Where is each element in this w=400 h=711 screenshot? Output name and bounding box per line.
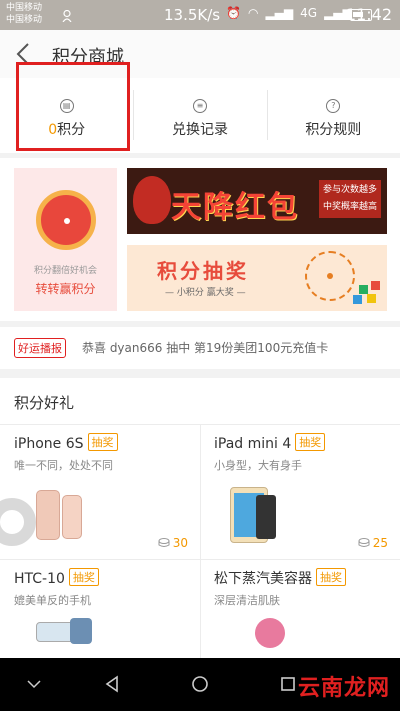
lottery-tag: 抽奖 xyxy=(295,433,326,451)
ticker-text: 恭喜 dyan666 抽中 第19份美团100元充值卡 xyxy=(82,341,329,355)
wheel-subtitle: 积分翻倍好机会 xyxy=(33,266,97,276)
tab-points[interactable]: ▤ 0积分 xyxy=(0,78,133,153)
gift-icon xyxy=(353,295,362,304)
ferris-wheel-icon xyxy=(305,251,355,301)
gift-name: iPad mini 4 抽奖 xyxy=(214,433,326,452)
points-gifts-section: 积分好礼 iPhone 6S 抽奖 唯一不同，处处不同 30 iPad mini … xyxy=(0,378,400,658)
lottery-tag: 抽奖 xyxy=(87,433,118,451)
tab-points-rules[interactable]: ? 积分规则 xyxy=(266,78,400,153)
home-circle-icon[interactable] xyxy=(182,668,218,700)
carrier-label: 中国移动 xyxy=(6,3,43,13)
lucky-wheel-card[interactable]: 积分翻倍好机会 转转赢积分 xyxy=(14,168,117,311)
alarm-icon: ⏰ xyxy=(226,6,241,20)
gift-price: 25 xyxy=(358,536,388,550)
gift-icon xyxy=(367,294,376,303)
gift-card-steamer[interactable]: 松下蒸汽美容器 抽奖 深层清洁肌肤 xyxy=(200,560,400,658)
points-balance: 0 xyxy=(48,121,58,138)
points-lottery-banner[interactable]: 积分抽奖 — 小积分 赢大奖 — xyxy=(127,245,387,311)
banner-title: 积分抽奖 xyxy=(157,259,249,283)
promo-section: 积分翻倍好机会 转转赢积分 天降红包 参与次数越多中奖概率越高 积分抽奖 — 小… xyxy=(0,158,400,321)
collapse-icon[interactable] xyxy=(16,668,52,700)
person-icon xyxy=(62,10,72,22)
banner-subtitle: — 小积分 赢大奖 — xyxy=(165,288,246,298)
iphone-image xyxy=(62,495,82,539)
wifi-icon: ◠ xyxy=(247,6,259,20)
gift-desc: 媲美单反的手机 xyxy=(14,594,91,607)
banner-subtitle: 参与次数越多中奖概率越高 xyxy=(319,180,381,218)
steamer-image xyxy=(255,618,285,648)
question-icon: ? xyxy=(326,98,341,113)
gift-price: 30 xyxy=(158,536,188,550)
mascot-icon xyxy=(133,176,171,224)
gift-name: HTC-10 抽奖 xyxy=(14,568,99,587)
lottery-tag: 抽奖 xyxy=(316,568,346,586)
lottery-tag: 抽奖 xyxy=(68,568,99,586)
list-icon: ≡ xyxy=(192,98,207,113)
gift-card-htc[interactable]: HTC-10 抽奖 媲美单反的手机 xyxy=(0,560,200,658)
tab-label: 0积分 xyxy=(48,121,86,138)
gift-icon xyxy=(359,285,368,294)
gift-desc: 唯一不同，处处不同 xyxy=(14,459,113,472)
page-title: 积分商城 xyxy=(52,47,124,68)
iphone-image xyxy=(36,490,60,540)
app-header: 积分商城 xyxy=(0,30,400,78)
status-icons: ⏰ ◠ ▂▄▆ 4G ▂▄▆ xyxy=(226,6,352,20)
points-tabs: ▤ 0积分 ≡ 兑换记录 ? 积分规则 xyxy=(0,78,400,153)
clock: 11:42 xyxy=(345,5,392,24)
wheel-title: 转转赢积分 xyxy=(35,282,96,296)
signal-icon: ▂▄▆ xyxy=(265,6,294,20)
coin-icon xyxy=(158,538,170,547)
gift-card-ipad[interactable]: iPad mini 4 抽奖 小身型，大有身手 25 xyxy=(200,425,400,560)
coin-icon xyxy=(358,538,370,547)
gift-desc: 小身型，大有身手 xyxy=(214,459,302,472)
lucky-news-ticker: 好运播报 恭喜 dyan666 抽中 第19份美团100元充值卡 xyxy=(0,327,400,369)
network-speed: 13.5K/s xyxy=(164,6,221,24)
gift-name: iPhone 6S 抽奖 xyxy=(14,433,118,452)
tab-exchange-records[interactable]: ≡ 兑换记录 xyxy=(133,78,266,153)
tab-label: 积分规则 xyxy=(305,121,362,138)
network-type: 4G xyxy=(300,6,318,20)
gift-icon xyxy=(371,281,380,290)
status-bar: 中国移动 中国移动 13.5K/s ⏰ ◠ ▂▄▆ 4G ▂▄▆ 11:42 xyxy=(0,0,400,30)
ipad-image xyxy=(256,495,276,539)
back-triangle-icon[interactable] xyxy=(94,668,130,700)
carrier-label: 中国移动 xyxy=(6,15,43,25)
gift-desc: 深层清洁肌肤 xyxy=(214,594,280,607)
htc-image xyxy=(70,618,92,644)
ticker-badge: 好运播报 xyxy=(14,338,66,358)
system-nav-bar: 云南龙网 xyxy=(0,658,400,711)
tab-label: 兑换记录 xyxy=(171,121,228,138)
coin-icon: ▤ xyxy=(59,98,74,113)
red-envelope-banner[interactable]: 天降红包 参与次数越多中奖概率越高 xyxy=(127,168,387,234)
gift-card-iphone[interactable]: iPhone 6S 抽奖 唯一不同，处处不同 30 xyxy=(0,425,200,560)
back-arrow-icon[interactable] xyxy=(12,40,36,68)
section-heading: 积分好礼 xyxy=(14,394,75,412)
banner-title: 天降红包 xyxy=(171,190,299,225)
watermark: 云南龙网 xyxy=(297,676,390,701)
gift-name: 松下蒸汽美容器 抽奖 xyxy=(214,568,346,588)
lucky-wheel-icon xyxy=(36,190,96,250)
